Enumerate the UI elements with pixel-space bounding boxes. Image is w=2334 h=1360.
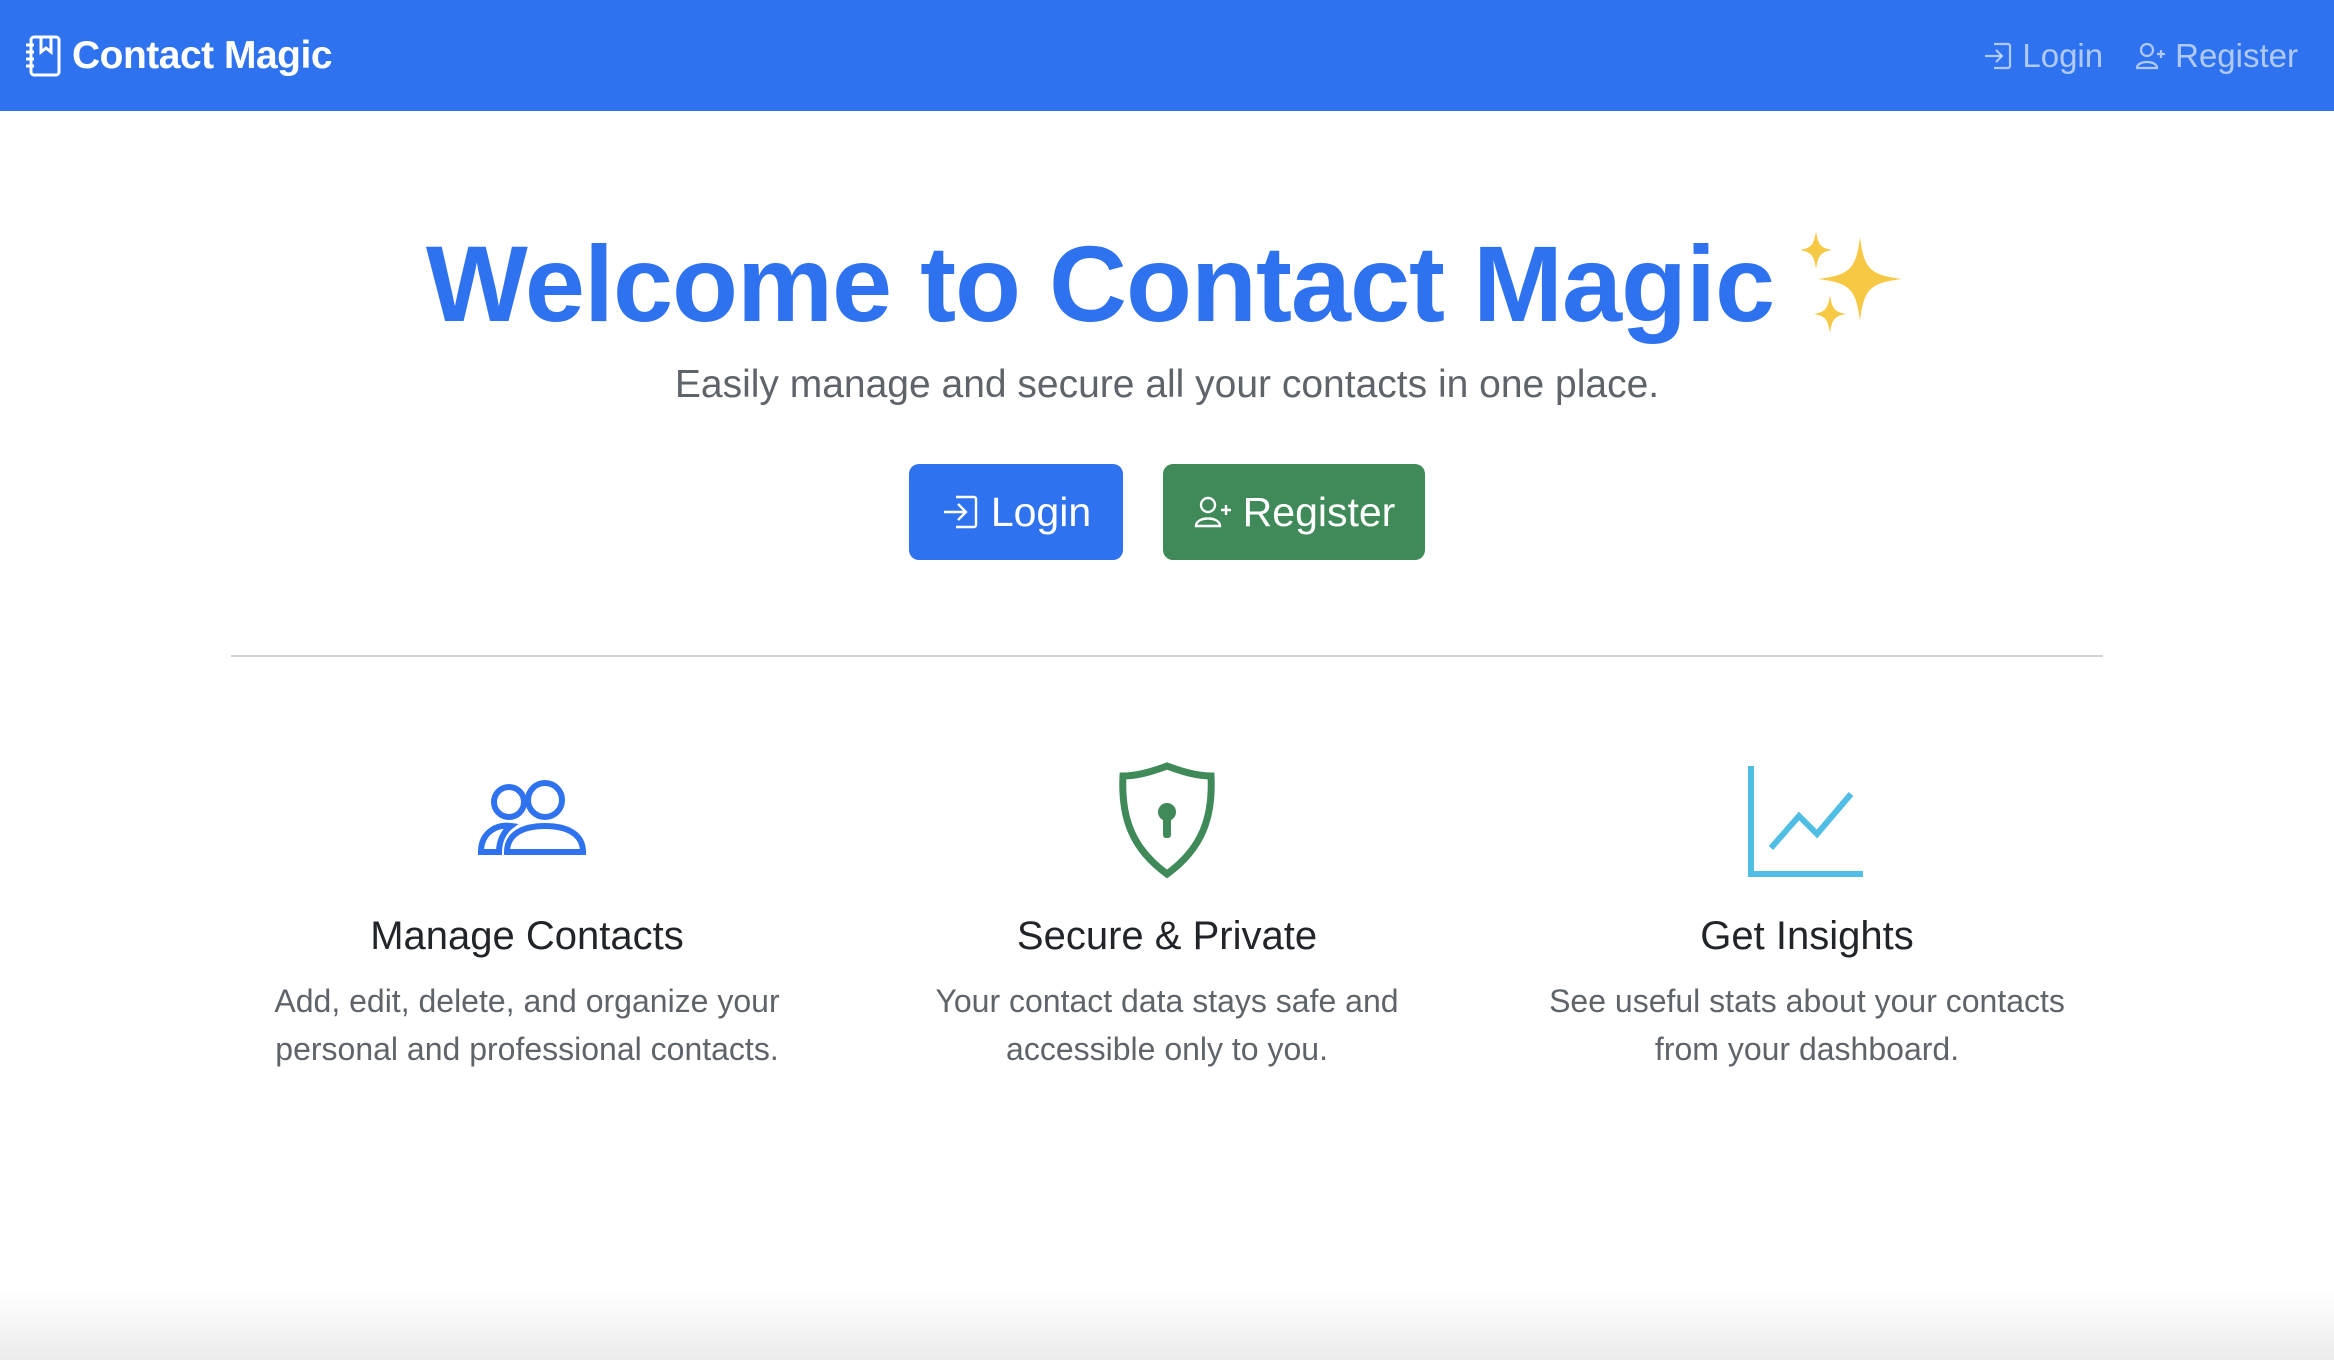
feature-desc-line: accessible only to you.	[1006, 1031, 1328, 1067]
nav-links: Login Register	[1982, 37, 2298, 75]
nav-register-label: Register	[2175, 36, 2298, 74]
login-icon	[1985, 42, 2012, 69]
hero-title-text: Welcome to Contact Magic	[425, 223, 1775, 344]
feature-description: Add, edit, delete, and organize your per…	[227, 977, 827, 1073]
login-button[interactable]: Login	[909, 464, 1123, 560]
brand-link[interactable]: Contact Magic	[24, 33, 333, 78]
nav-login-label: Login	[2022, 36, 2104, 74]
feature-desc-line: personal and professional contacts.	[275, 1031, 779, 1067]
shield-lock-icon	[1119, 762, 1215, 879]
person-add-icon	[1194, 496, 1231, 528]
feature-description: See useful stats about your contacts fro…	[1507, 977, 2107, 1073]
people-icon	[477, 780, 587, 855]
feature-desc-line: from your dashboard.	[1654, 1031, 1960, 1067]
feature-desc-line: Add, edit, delete, and organize your	[274, 983, 780, 1019]
journal-bookmark-icon	[26, 35, 61, 76]
hero-title: Welcome to Contact Magic	[0, 219, 2334, 349]
feature-desc-line: Your contact data stays safe and	[935, 983, 1399, 1019]
feature-desc-line: See useful stats about your contacts	[1549, 983, 2065, 1019]
hero-buttons: Login Register	[0, 464, 2334, 560]
bottom-edge-shadow	[0, 1290, 2334, 1360]
register-button[interactable]: Register	[1163, 464, 1425, 560]
nav-register-link[interactable]: Register	[2135, 37, 2298, 75]
login-icon	[943, 495, 978, 529]
feature-manage-contacts: Manage Contacts Add, edit, delete, and o…	[227, 760, 827, 1073]
feature-title: Manage Contacts	[370, 914, 684, 958]
feature-get-insights: Get Insights See useful stats about your…	[1507, 760, 2107, 1073]
nav-login-link[interactable]: Login	[1982, 37, 2103, 75]
feature-description: Your contact data stays safe and accessi…	[867, 977, 1467, 1073]
brand-name: Contact Magic	[72, 33, 333, 77]
feature-secure-private: Secure & Private Your contact data stays…	[867, 760, 1467, 1073]
person-add-icon	[2136, 42, 2166, 69]
feature-title: Get Insights	[1700, 914, 1914, 958]
section-divider	[231, 655, 2103, 657]
feature-title: Secure & Private	[1016, 914, 1318, 958]
hero-subtitle: Easily manage and secure all your contac…	[674, 363, 1660, 406]
sparkles-icon	[1800, 230, 1903, 333]
top-navbar: Contact Magic Login Register	[0, 0, 2334, 111]
graph-up-icon	[1748, 766, 1863, 877]
login-button-label: Login	[990, 488, 1092, 535]
register-button-label: Register	[1242, 488, 1396, 535]
